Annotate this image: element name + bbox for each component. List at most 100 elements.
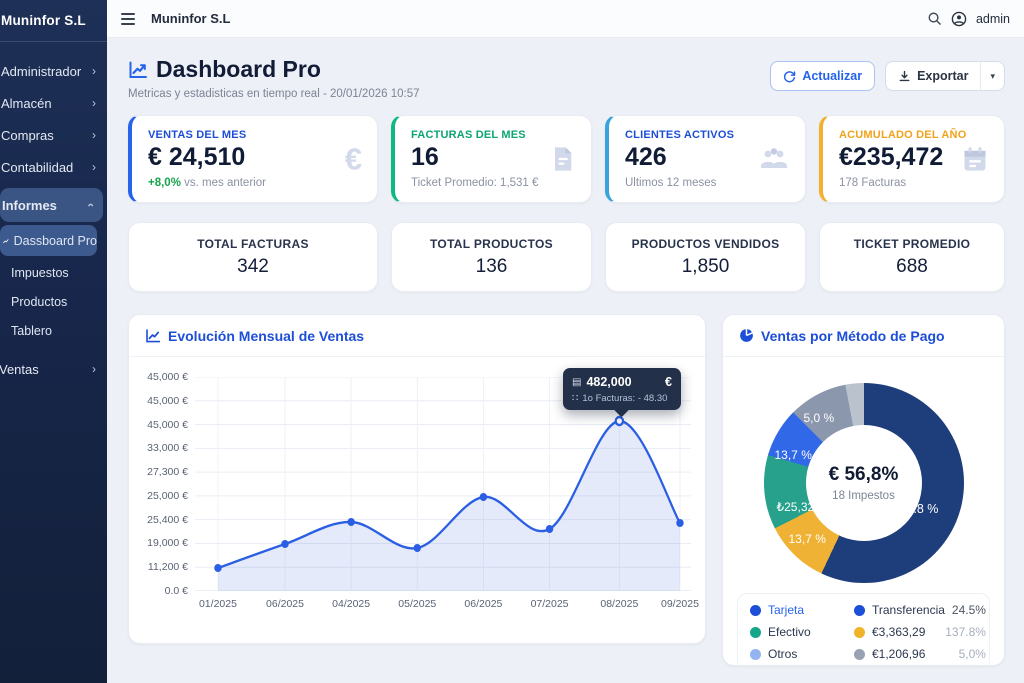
- legend-dot: [854, 605, 865, 616]
- menu-icon[interactable]: [121, 13, 137, 25]
- legend-dot: [854, 627, 865, 638]
- download-icon: [898, 70, 911, 83]
- slice-label: 13,7 %: [775, 448, 812, 462]
- pie-chart-icon: [739, 328, 754, 343]
- donut-card-header: Ventas por Método de Pago: [723, 315, 1004, 357]
- page-title: Dashboard Pro: [128, 56, 420, 83]
- sidebar-item-impuestos[interactable]: Impuestos: [0, 258, 107, 287]
- donut-legend: Tarjeta Transferencia 24.5% Efectivo €3,…: [737, 593, 990, 671]
- user-icon[interactable]: [951, 11, 967, 27]
- donut-chart: € 56,8% 18 Impestos 56.8 % 13,7 % ₺25,32…: [764, 383, 964, 583]
- totals-row: TOTAL FACTURAS 342 TOTAL PRODUCTOS 136 P…: [128, 222, 1005, 292]
- chevron-right-icon: ›: [92, 96, 96, 110]
- slice-label: 13,7 %: [789, 532, 826, 546]
- legend-item-tarjeta[interactable]: Tarjeta: [750, 603, 850, 617]
- mini-chart-icon: [3, 236, 9, 246]
- x-axis: 01/2025 06/2025 04/2025 05/2025 06/2025 …: [195, 591, 691, 613]
- sidebar-item-ventas[interactable]: Ventas ›: [0, 353, 107, 385]
- y-axis: 45,000 €45,000 € 45,000 €33,000 € 27,300…: [137, 372, 195, 596]
- sidebar-item-almacen[interactable]: Almacén ›: [0, 87, 107, 119]
- detail-icon: ∷: [572, 393, 578, 404]
- chevron-up-icon: ›: [83, 203, 97, 207]
- invoice-icon: ▤: [572, 377, 581, 388]
- topbar: Muninfor S.L admin: [107, 0, 1024, 38]
- chart-card-header: Evolución Mensual de Ventas: [129, 315, 705, 357]
- chart-title: Ventas por Método de Pago: [761, 328, 945, 344]
- kpi-card-acumulado: ACUMULADO DEL AÑO €235,472 178 Facturas: [819, 115, 1005, 203]
- slice-label: 56.8 %: [900, 502, 939, 516]
- sidebar-item-contabilidad[interactable]: Contabilidad ›: [0, 151, 107, 183]
- kpi-value: € 24,510: [148, 143, 361, 172]
- total-card-ticket: TICKET PROMEDIO 688: [819, 222, 1005, 292]
- kpi-card-ventas-mes: VENTAS DEL MES € 24,510 +8,0% vs. mes an…: [128, 115, 378, 203]
- chevron-right-icon: ›: [92, 128, 96, 142]
- user-name[interactable]: admin: [976, 12, 1010, 26]
- export-dropdown-button[interactable]: ▾: [981, 61, 1005, 91]
- line-chart-icon: [145, 328, 161, 344]
- kpi-label: ACUMULADO DEL AÑO: [839, 129, 988, 141]
- euro-icon: €: [345, 144, 362, 175]
- users-icon: [758, 146, 790, 172]
- sidebar-item-label: Compras: [1, 128, 54, 143]
- page-subtitle: Metricas y estadisticas en tiempo real -…: [128, 88, 420, 100]
- kpi-delta: +8,0%: [148, 177, 181, 189]
- legend-item-amount-2[interactable]: €1,206,96 5,0%: [854, 647, 986, 661]
- kpi-label: FACTURAS DEL MES: [411, 129, 575, 141]
- line-chart-plot: ▤ 482,000 € ∷ 1o Facturas: - 48.30: [195, 377, 691, 591]
- sidebar-nav: Administrador › Almacén › Compras › Cont…: [0, 42, 107, 385]
- main-content: Dashboard Pro Metricas y estadisticas en…: [107, 38, 1024, 683]
- sidebar-item-label: Almacén: [1, 96, 52, 111]
- invoice-icon: [548, 145, 576, 173]
- sidebar-item-administrador[interactable]: Administrador ›: [0, 55, 107, 87]
- kpi-card-facturas-mes: FACTURAS DEL MES 16 Ticket Promedio: 1,5…: [391, 115, 592, 203]
- chevron-right-icon: ›: [92, 362, 96, 376]
- sidebar-item-tablero[interactable]: Tablero: [0, 316, 107, 345]
- legend-item-amount-1[interactable]: €3,363,29 137.8%: [854, 625, 986, 639]
- export-split-button: Exportar ▾: [885, 61, 1005, 91]
- sidebar-item-informes[interactable]: Informes ›: [0, 188, 103, 222]
- sidebar-subitem-label: Tablero: [11, 324, 52, 338]
- refresh-button[interactable]: Actualizar: [770, 61, 875, 91]
- sidebar-subitem-label: Productos: [11, 295, 67, 309]
- slice-label: 5,0 %: [804, 411, 835, 425]
- sidebar-item-label: Informes: [2, 198, 57, 213]
- company-name: Muninfor S.L: [151, 11, 230, 26]
- page-head: Dashboard Pro Metricas y estadisticas en…: [128, 55, 1005, 100]
- refresh-icon: [783, 70, 796, 83]
- chevron-right-icon: ›: [92, 160, 96, 174]
- sidebar-item-label: Contabilidad: [1, 160, 73, 175]
- legend-dot: [750, 605, 761, 616]
- kpi-label: CLIENTES ACTIVOS: [625, 129, 789, 141]
- kpi-label: VENTAS DEL MES: [148, 129, 361, 141]
- sidebar: Muninfor S.L Administrador › Almacén › C…: [0, 0, 107, 683]
- calendar-icon: [961, 145, 989, 173]
- payment-methods-card: Ventas por Método de Pago € 56,8% 18 Imp…: [722, 314, 1005, 666]
- total-card-productos: TOTAL PRODUCTOS 136: [391, 222, 592, 292]
- legend-dot: [854, 649, 865, 660]
- sidebar-item-label: Ventas: [1, 362, 39, 377]
- sidebar-item-productos[interactable]: Productos: [0, 287, 107, 316]
- legend-dot: [750, 627, 761, 638]
- export-button[interactable]: Exportar: [885, 61, 981, 91]
- sidebar-subitem-label: Dassboard Pro: [14, 234, 97, 248]
- legend-item-transferencia[interactable]: Transferencia 24.5%: [854, 603, 986, 617]
- line-chart-icon: [128, 60, 148, 80]
- sidebar-item-label: Administrador: [1, 64, 81, 79]
- legend-dot: [750, 649, 761, 660]
- sidebar-brand: Muninfor S.L: [0, 0, 107, 42]
- legend-item-efectivo[interactable]: Efectivo: [750, 625, 850, 639]
- app-frame: Muninfor S.L Administrador › Almacén › C…: [0, 0, 1024, 683]
- slice-label: ₺25,32: [777, 500, 815, 514]
- total-card-facturas: TOTAL FACTURAS 342: [128, 222, 378, 292]
- total-card-vendidos: PRODUCTOS VENDIDOS 1,850: [605, 222, 806, 292]
- donut-center: € 56,8% 18 Impestos: [806, 425, 922, 541]
- sidebar-item-compras[interactable]: Compras ›: [0, 119, 107, 151]
- sidebar-subitem-label: Impuestos: [11, 266, 69, 280]
- kpi-card-clientes-activos: CLIENTES ACTIVOS 426 Ultimos 12 meses: [605, 115, 806, 203]
- chevron-right-icon: ›: [92, 64, 96, 78]
- legend-item-otros[interactable]: Otros: [750, 647, 850, 661]
- sales-evolution-card: Evolución Mensual de Ventas 45,000 €45,0…: [128, 314, 706, 644]
- sidebar-item-dassboard-pro[interactable]: Dassboard Pro: [0, 225, 97, 256]
- kpi-row: VENTAS DEL MES € 24,510 +8,0% vs. mes an…: [128, 115, 1005, 203]
- search-icon[interactable]: [927, 11, 942, 26]
